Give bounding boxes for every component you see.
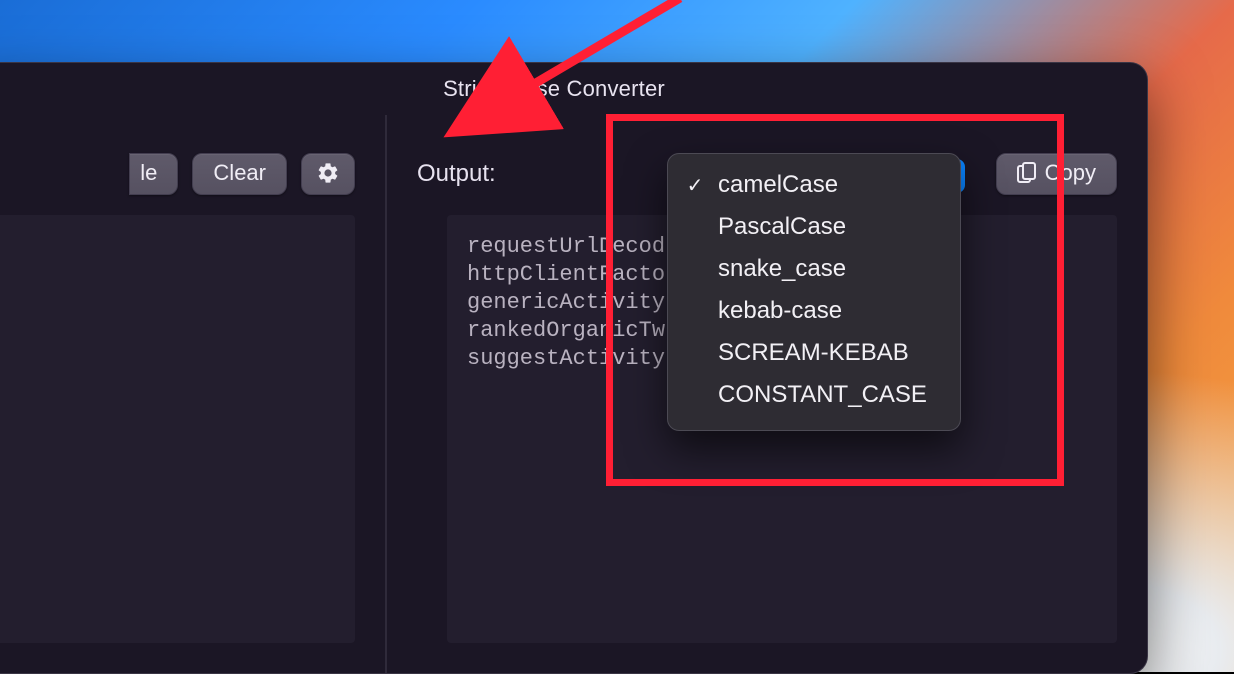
input-pane: le Clear s: [0, 115, 387, 673]
case-option-label: SCREAM-KEBAB: [718, 339, 909, 367]
output-line: rankedOrganicTw: [467, 318, 665, 343]
settings-button[interactable]: [301, 153, 355, 195]
input-textarea[interactable]: s: [0, 215, 355, 643]
copy-button[interactable]: Copy: [996, 153, 1117, 195]
gear-icon: [316, 161, 340, 185]
checkmark-icon: ✓: [684, 173, 706, 198]
output-pane: Output: Copy requestUrlDecod httpClientF…: [387, 115, 1147, 673]
clear-button[interactable]: Clear: [192, 153, 287, 195]
output-line: suggestActivity: [467, 346, 665, 371]
input-toolbar: le Clear: [0, 153, 385, 195]
case-option-label: PascalCase: [718, 213, 846, 241]
window-body: le Clear s Output:: [0, 115, 1147, 673]
app-window: String Case Converter le Clear: [0, 62, 1148, 674]
output-label: Output:: [417, 160, 496, 188]
sample-button-label-fragment: le: [140, 160, 157, 186]
window-titlebar: String Case Converter: [0, 63, 1147, 115]
case-option-label: kebab-case: [718, 297, 842, 325]
copy-icon: [1017, 162, 1037, 184]
case-dropdown-menu: ✓ camelCase PascalCase snake_case kebab-…: [667, 153, 961, 431]
case-option-label: camelCase: [718, 171, 838, 199]
case-option-label: snake_case: [718, 255, 846, 283]
output-line: genericActivity: [467, 290, 665, 315]
case-option-pascalcase[interactable]: PascalCase: [668, 206, 960, 248]
case-option-snakecase[interactable]: snake_case: [668, 248, 960, 290]
clear-button-label: Clear: [213, 160, 266, 186]
window-title: String Case Converter: [443, 76, 665, 102]
output-line: requestUrlDecod: [467, 234, 665, 259]
case-option-constantcase[interactable]: CONSTANT_CASE: [668, 374, 960, 416]
case-option-screamkebab[interactable]: SCREAM-KEBAB: [668, 332, 960, 374]
case-option-camelcase[interactable]: ✓ camelCase: [668, 164, 960, 206]
case-option-kebabcase[interactable]: kebab-case: [668, 290, 960, 332]
sample-button[interactable]: le: [129, 153, 178, 195]
output-line: httpClientFacto: [467, 262, 665, 287]
copy-button-label: Copy: [1045, 160, 1096, 186]
case-option-label: CONSTANT_CASE: [718, 381, 927, 409]
